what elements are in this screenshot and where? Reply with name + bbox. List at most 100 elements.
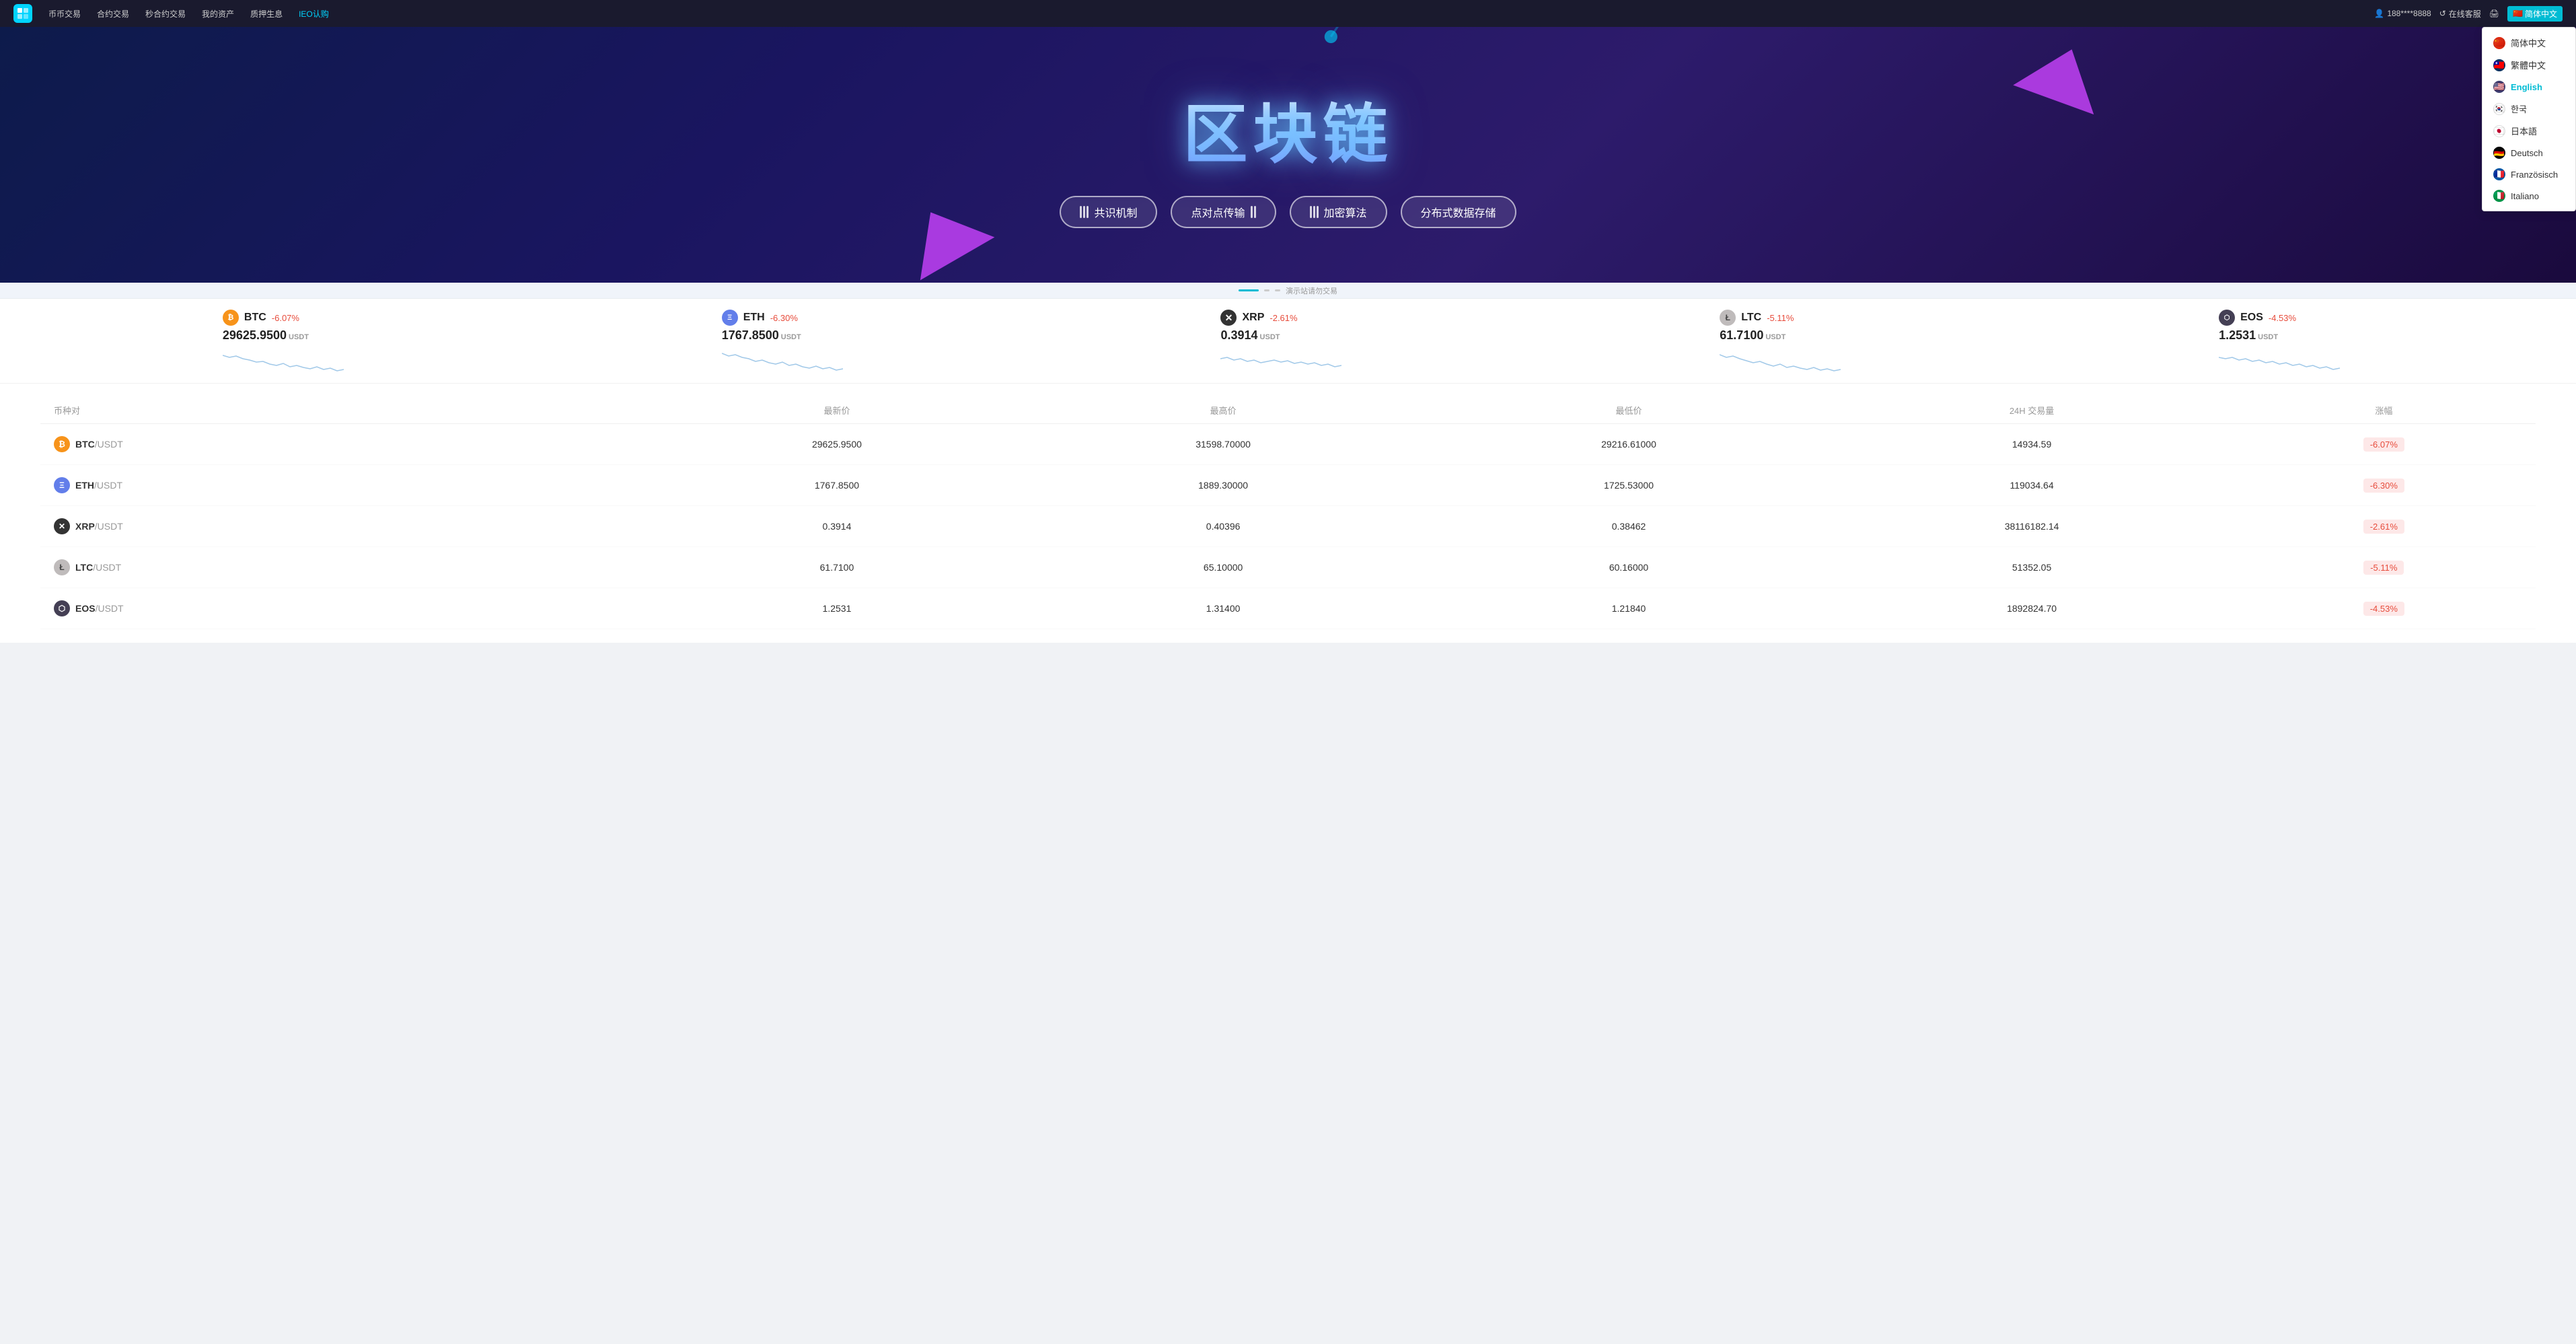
service-icon: ↺	[2439, 9, 2446, 18]
hero-btn-crypto[interactable]: 加密算法	[1290, 196, 1387, 228]
nav-service[interactable]: ↺ 在线客服	[2439, 8, 2481, 20]
indicator-text: 演示站请勿交易	[1286, 285, 1337, 296]
nav-item-futures[interactable]: 合约交易	[90, 5, 136, 22]
ltc-coin-icon: Ł	[1720, 310, 1736, 326]
table-row[interactable]: ⬡ EOS/USDT 1.2531 1.31400 1.21840 189282…	[40, 588, 2536, 629]
flag-cn: 🇨🇳	[2493, 37, 2505, 49]
pair-name: ETH/USDT	[75, 480, 122, 491]
nav-print-icon[interactable]: 🖨	[2489, 9, 2499, 18]
hero-buttons: 共识机制 点对点传输 加密算法 分布式数据存储	[1060, 196, 1516, 228]
hero-title: 区块链	[1183, 82, 1393, 176]
ticker-eth-name: ETH	[743, 312, 765, 324]
market-section: 币种对 最新价 最高价 最低价 24H 交易量 涨幅 ₿ BTC/USDT 29…	[0, 384, 2576, 643]
col-latest: 最新价	[653, 397, 1020, 424]
cell-low: 1725.53000	[1426, 465, 1832, 506]
lang-option-de[interactable]: 🇩🇪 Deutsch	[2482, 142, 2575, 164]
p2p-bars-icon	[1251, 206, 1256, 218]
ticker-btc[interactable]: ₿ BTC -6.07% 29625.9500USDT	[223, 310, 357, 372]
ticker-xrp-header: ✕ XRP -2.61%	[1220, 310, 1297, 326]
flag-fr: 🇫🇷	[2493, 168, 2505, 180]
col-pair: 币种对	[40, 397, 653, 424]
cell-low: 29216.61000	[1426, 424, 1832, 465]
p2p-label: 点对点传输	[1191, 204, 1245, 220]
consensus-label: 共识机制	[1094, 204, 1137, 220]
table-row[interactable]: ✕ XRP/USDT 0.3914 0.40396 0.38462 381161…	[40, 506, 2536, 547]
ticker-btc-chart	[223, 345, 344, 372]
flag-tw: 🇹🇼	[2493, 59, 2505, 71]
table-row[interactable]: Ł LTC/USDT 61.7100 65.10000 60.16000 513…	[40, 547, 2536, 588]
indicator-bar: 演示站请勿交易	[0, 283, 2576, 299]
col-low: 最低价	[1426, 397, 1832, 424]
ticker-btc-header: ₿ BTC -6.07%	[223, 310, 299, 326]
cell-change: -5.11%	[2232, 547, 2536, 588]
ticker-btc-price: 29625.9500USDT	[223, 328, 309, 343]
nav-item-second[interactable]: 秒合约交易	[139, 5, 192, 22]
logo[interactable]	[13, 4, 32, 23]
cell-volume: 119034.64	[1831, 465, 2232, 506]
lang-option-cn[interactable]: 🇨🇳 简体中文	[2482, 32, 2575, 54]
lang-option-en[interactable]: 🇺🇸 English	[2482, 76, 2575, 98]
navbar: 币币交易 合约交易 秒合约交易 我的资产 质押生息 IEO认购 👤 188***…	[0, 0, 2576, 27]
cell-change: -4.53%	[2232, 588, 2536, 629]
lang-en-label: English	[2511, 82, 2542, 92]
cell-volume: 1892824.70	[1831, 588, 2232, 629]
ticker-eos-header: ⬡ EOS -4.53%	[2219, 310, 2296, 326]
cell-latest: 1767.8500	[653, 465, 1020, 506]
ticker-eos-change: -4.53%	[2269, 313, 2296, 323]
lang-option-fr[interactable]: 🇫🇷 Französisch	[2482, 164, 2575, 185]
pair-coin-icon: ✕	[54, 518, 70, 534]
crypto-label: 加密算法	[1324, 204, 1367, 220]
col-volume: 24H 交易量	[1831, 397, 2232, 424]
cell-volume: 38116182.14	[1831, 506, 2232, 547]
lang-option-tw[interactable]: 🇹🇼 繁體中文	[2482, 54, 2575, 76]
lang-option-kr[interactable]: 🇰🇷 한국	[2482, 98, 2575, 120]
flag-kr: 🇰🇷	[2493, 103, 2505, 115]
ticker-eos-name: EOS	[2240, 312, 2263, 324]
flag-jp: 🇯🇵	[2493, 125, 2505, 137]
ticker-ltc-chart	[1720, 345, 1841, 372]
cell-change: -6.07%	[2232, 424, 2536, 465]
cell-low: 0.38462	[1426, 506, 1832, 547]
ticker-xrp-name: XRP	[1242, 312, 1264, 324]
indicator-dot-active	[1239, 289, 1259, 291]
ticker-eos-price: 1.2531USDT	[2219, 328, 2278, 343]
nav-lang-selector[interactable]: 🇨🇳 简体中文	[2507, 6, 2563, 22]
ticker-eos[interactable]: ⬡ EOS -4.53% 1.2531USDT	[2219, 310, 2353, 372]
cell-change: -2.61%	[2232, 506, 2536, 547]
hero-btn-distributed[interactable]: 分布式数据存储	[1401, 196, 1516, 228]
nav-item-assets[interactable]: 我的资产	[195, 5, 241, 22]
nav-item-spot[interactable]: 币币交易	[42, 5, 87, 22]
pair-name: XRP/USDT	[75, 521, 123, 532]
cell-latest: 0.3914	[653, 506, 1020, 547]
cell-high: 0.40396	[1021, 506, 1426, 547]
navbar-right: 👤 188****8888 ↺ 在线客服 🖨 🇨🇳 简体中文	[2374, 6, 2563, 22]
lang-tw-label: 繁體中文	[2511, 59, 2546, 71]
distributed-label: 分布式数据存储	[1421, 204, 1496, 220]
pair-name: BTC/USDT	[75, 439, 123, 450]
lang-option-jp[interactable]: 🇯🇵 日本語	[2482, 120, 2575, 142]
pair-coin-icon: Ł	[54, 559, 70, 575]
hero-btn-p2p[interactable]: 点对点传输	[1171, 196, 1276, 228]
ticker-xrp[interactable]: ✕ XRP -2.61% 0.3914USDT	[1220, 310, 1355, 372]
col-change: 涨幅	[2232, 397, 2536, 424]
table-header-row: 币种对 最新价 最高价 最低价 24H 交易量 涨幅	[40, 397, 2536, 424]
cell-volume: 14934.59	[1831, 424, 2232, 465]
ticker-eth[interactable]: Ξ ETH -6.30% 1767.8500USDT	[722, 310, 856, 372]
table-row[interactable]: Ξ ETH/USDT 1767.8500 1889.30000 1725.530…	[40, 465, 2536, 506]
cell-low: 60.16000	[1426, 547, 1832, 588]
lang-option-it[interactable]: 🇮🇹 Italiano	[2482, 185, 2575, 207]
hero-btn-consensus[interactable]: 共识机制	[1060, 196, 1157, 228]
pair-name: LTC/USDT	[75, 562, 121, 573]
cell-latest: 1.2531	[653, 588, 1020, 629]
cell-latest: 29625.9500	[653, 424, 1020, 465]
cell-high: 65.10000	[1021, 547, 1426, 588]
table-row[interactable]: ₿ BTC/USDT 29625.9500 31598.70000 29216.…	[40, 424, 2536, 465]
eth-coin-icon: Ξ	[722, 310, 738, 326]
lang-cn-label: 简体中文	[2511, 36, 2546, 49]
ticker-ltc[interactable]: Ł LTC -5.11% 61.7100USDT	[1720, 310, 1854, 372]
nav-item-stake[interactable]: 质押生息	[244, 5, 289, 22]
ticker-row: ₿ BTC -6.07% 29625.9500USDT Ξ ETH -6.30%…	[0, 299, 2576, 384]
nav-item-ieo[interactable]: IEO认购	[292, 5, 336, 22]
cell-high: 1.31400	[1021, 588, 1426, 629]
lang-it-label: Italiano	[2511, 191, 2539, 201]
